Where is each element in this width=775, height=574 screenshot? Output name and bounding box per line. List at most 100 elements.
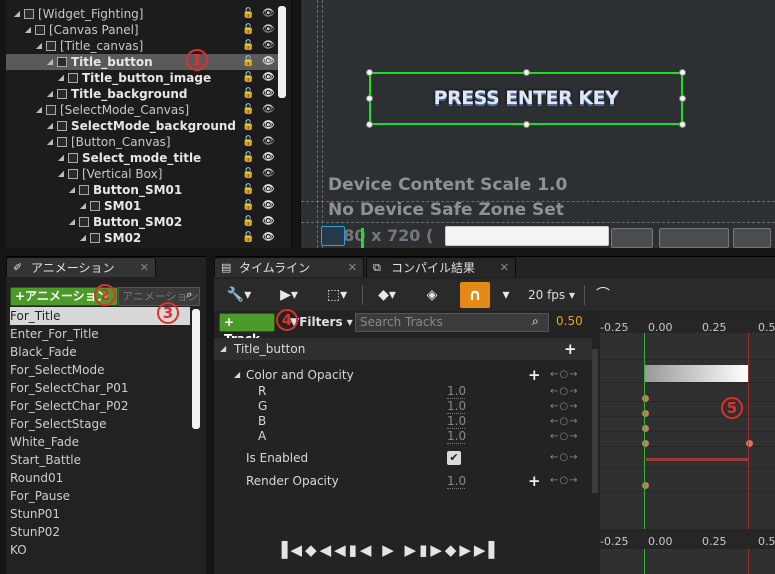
track-row[interactable]: Is Enabled ✔ ←○→ (214, 447, 592, 469)
track-value[interactable]: 1.0 (447, 414, 466, 429)
resolution-preview-thumb[interactable] (321, 226, 345, 246)
resize-handle[interactable] (523, 69, 530, 76)
eye-icon[interactable]: 👁 (262, 166, 275, 182)
current-time-value[interactable]: 0.50 (556, 314, 583, 328)
animation-list-item[interactable]: StunP02 (10, 523, 190, 541)
lock-icon[interactable]: 🔓 (242, 54, 254, 70)
expand-arrow-icon[interactable]: ◢ (67, 182, 77, 198)
hierarchy-item[interactable]: ◢ Title_button_image 🔓 👁 (6, 70, 284, 86)
lock-icon[interactable]: 🔓 (242, 102, 254, 118)
lock-icon[interactable]: 🔓 (242, 150, 254, 166)
add-key-button[interactable]: + (528, 470, 541, 492)
expand-arrow-icon[interactable]: ◢ (34, 102, 44, 118)
resize-handle[interactable] (366, 69, 373, 76)
key-navigation-icon[interactable]: ←○→ (550, 399, 578, 414)
lock-icon[interactable]: 🔓 (242, 86, 254, 102)
chevron-down-icon[interactable]: ▾ (496, 283, 516, 307)
lock-icon[interactable]: 🔓 (242, 22, 254, 38)
close-icon[interactable]: ✕ (348, 258, 357, 278)
lock-icon[interactable]: 🔓 (242, 182, 254, 198)
curve-editor-icon[interactable]: ⌒ (590, 283, 616, 307)
lock-icon[interactable]: 🔓 (242, 118, 254, 134)
eye-icon[interactable]: 👁 (262, 182, 275, 198)
hierarchy-item[interactable]: ◢ [SelectMode_Canvas] 🔓 👁 (6, 102, 284, 118)
close-icon[interactable]: ✕ (500, 258, 509, 278)
eye-icon[interactable]: 👁 (262, 150, 275, 166)
eye-icon[interactable]: 👁 (262, 134, 275, 150)
track-search-input[interactable]: Search Tracks (355, 313, 549, 332)
filters-button[interactable]: ▼Filters ▾ (290, 313, 353, 332)
playback-controls[interactable]: ▐◀◆◀◀▮◀ ▶ ▶▮▶◆▶▶▌ (276, 539, 503, 561)
eye-icon[interactable]: 👁 (262, 22, 275, 38)
resolution-preview-thumb[interactable] (445, 226, 609, 246)
eye-icon[interactable]: 👁 (262, 38, 275, 54)
lock-icon[interactable]: 🔓 (242, 38, 254, 54)
resolution-preview-thumb[interactable] (611, 228, 653, 248)
hierarchy-item[interactable]: ◢ Select_mode_title 🔓 👁 (6, 150, 284, 166)
hierarchy-scrollbar[interactable] (278, 6, 286, 98)
auto-key-icon[interactable]: ◈ (418, 283, 446, 307)
track-row[interactable]: ◢ Color and Opacity + ←○→ (214, 364, 592, 386)
expand-arrow-icon[interactable]: ◢ (45, 118, 55, 134)
eye-icon[interactable]: 👁 (262, 54, 275, 70)
hierarchy-item[interactable]: ◢ [Button_Canvas] 🔓 👁 (6, 134, 284, 150)
hierarchy-item[interactable]: ◢ SM02 🔓 👁 (6, 230, 284, 246)
expand-arrow-icon[interactable]: ◢ (234, 364, 240, 386)
expand-arrow-icon[interactable]: ◢ (23, 22, 33, 38)
key-navigation-icon[interactable]: ←○→ (550, 364, 578, 386)
expand-arrow-icon[interactable]: ◢ (34, 38, 44, 54)
track-value[interactable]: 1.0 (447, 474, 466, 489)
key-navigation-icon[interactable]: ←○→ (550, 414, 578, 429)
animation-list-item[interactable]: White_Fade (10, 433, 190, 451)
lock-icon[interactable]: 🔓 (242, 166, 254, 182)
expand-arrow-icon[interactable]: ◢ (78, 198, 88, 214)
expand-arrow-icon[interactable]: ◢ (220, 338, 226, 360)
eye-icon[interactable]: 👁 (262, 198, 275, 214)
resize-handle[interactable] (679, 121, 686, 128)
expand-arrow-icon[interactable]: ◢ (56, 70, 66, 86)
animation-list-item[interactable]: KO (10, 541, 190, 559)
track-row[interactable]: ◢ Title_button + (214, 338, 592, 360)
lock-icon[interactable]: 🔓 (242, 198, 254, 214)
snap-magnet-icon[interactable]: ∩ (460, 282, 490, 308)
lock-icon[interactable]: 🔓 (242, 230, 254, 246)
key-navigation-icon[interactable]: ←○→ (550, 384, 578, 399)
track-value[interactable]: 1.0 (447, 384, 466, 399)
hierarchy-item[interactable]: ◢ [Widget_Fighting] 🔓 👁 (6, 6, 284, 22)
animation-list-item[interactable]: Black_Fade (10, 343, 190, 361)
eye-icon[interactable]: 👁 (262, 102, 275, 118)
eye-icon[interactable]: 👁 (262, 214, 275, 230)
add-key-button[interactable]: + (564, 338, 577, 360)
key-navigation-icon[interactable]: ←○→ (550, 447, 578, 469)
play-options-icon[interactable]: ▶▾ (272, 283, 306, 307)
animation-list-item[interactable]: Enter_For_Title (10, 325, 190, 343)
hierarchy-item[interactable]: ◢ Title_button 🔓 👁 (6, 54, 284, 70)
lock-icon[interactable]: 🔓 (242, 6, 254, 22)
expand-arrow-icon[interactable]: ◢ (67, 214, 77, 230)
hierarchy-item[interactable]: ◢ Button_SM01 🔓 👁 (6, 182, 284, 198)
key-navigation-icon[interactable]: ←○→ (550, 470, 578, 492)
resolution-preview-thumb[interactable] (733, 228, 771, 248)
eye-icon[interactable]: 👁 (262, 230, 275, 246)
resize-handle[interactable] (679, 95, 686, 102)
expand-arrow-icon[interactable]: ◢ (56, 150, 66, 166)
close-icon[interactable]: ✕ (140, 258, 149, 278)
animation-list-item[interactable]: For_SelectStage (10, 415, 190, 433)
animation-list-item[interactable]: For_SelectChar_P02 (10, 397, 190, 415)
resize-handle[interactable] (366, 95, 373, 102)
expand-arrow-icon[interactable]: ◢ (45, 86, 55, 102)
hierarchy-item[interactable]: ◢ SelectMode_background 🔓 👁 (6, 118, 284, 134)
animation-scrollbar[interactable] (192, 309, 200, 429)
lock-icon[interactable]: 🔓 (242, 214, 254, 230)
track-scrollbar[interactable] (592, 349, 598, 493)
animation-list-item[interactable]: For_Pause (10, 487, 190, 505)
hierarchy-item[interactable]: ◢ Title_background 🔓 👁 (6, 86, 284, 102)
expand-arrow-icon[interactable]: ◢ (12, 6, 22, 22)
expand-arrow-icon[interactable]: ◢ (45, 134, 55, 150)
track-row[interactable]: A 1.0 ←○→ (214, 429, 592, 444)
track-row[interactable]: R 1.0 ←○→ (214, 384, 592, 399)
fps-selector[interactable]: 20 fps ▾ (528, 283, 575, 307)
resize-handle[interactable] (523, 121, 530, 128)
hierarchy-item[interactable]: ◢ [Canvas Panel] 🔓 👁 (6, 22, 284, 38)
key-navigation-icon[interactable]: ←○→ (550, 429, 578, 444)
